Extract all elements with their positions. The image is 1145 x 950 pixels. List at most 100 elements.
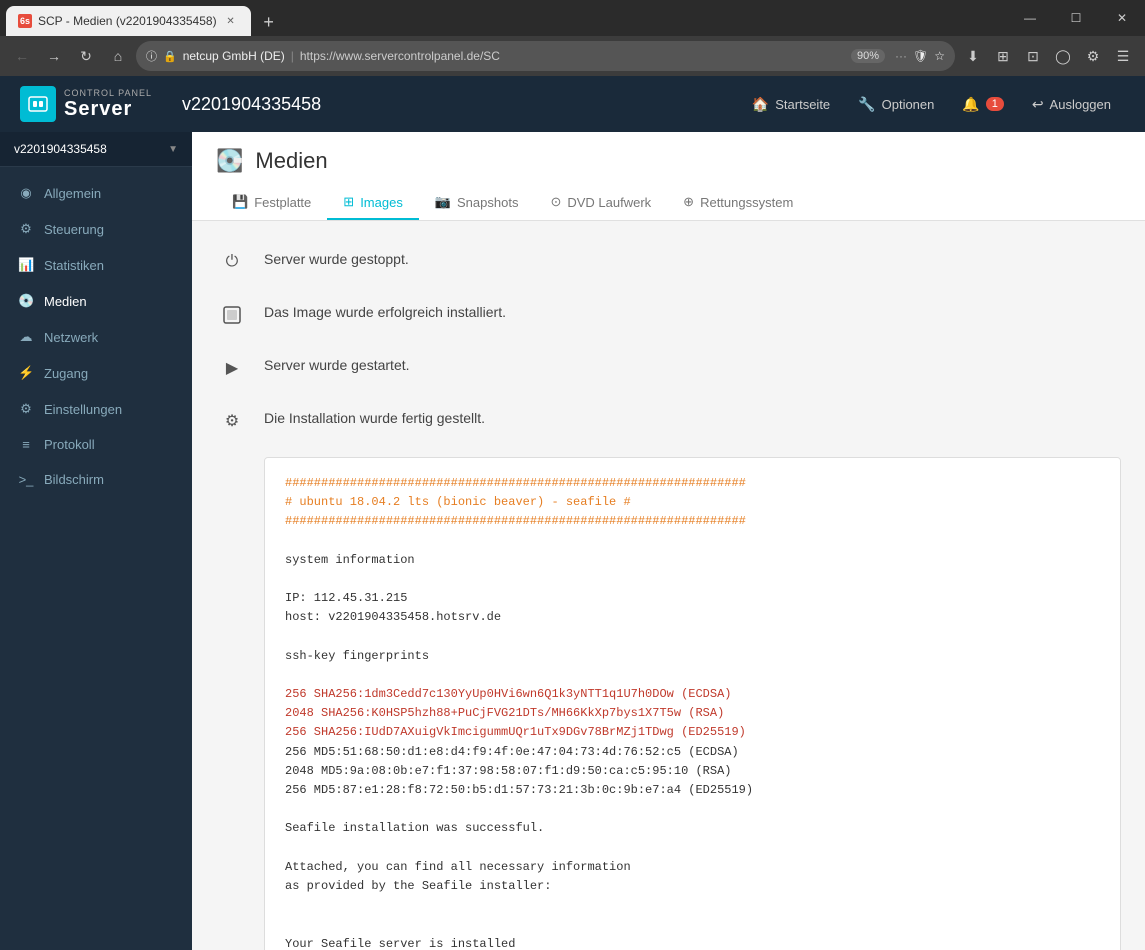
- tab-dvd[interactable]: ⊙ DVD Laufwerk: [534, 186, 667, 220]
- home-button[interactable]: ⌂: [104, 42, 132, 70]
- sidebar-label-einstellungen: Einstellungen: [44, 402, 122, 417]
- sidebar-item-medien[interactable]: 💿 Medien: [0, 283, 192, 319]
- terminal-fp4: 256 MD5:51:68:50:d1:e8:d4:f9:4f:0e:47:04…: [285, 743, 1100, 762]
- extensions-button[interactable]: ⚙: [1079, 42, 1107, 70]
- terminal-hash-line-1: ########################################…: [285, 474, 1100, 493]
- terminal-host: host: v2201904335458.hotsrv.de: [285, 608, 1100, 627]
- sidebar: v2201904335458 ▼ ◉ Allgemein ⚙ Steuerung…: [0, 132, 192, 950]
- browser-tab-active[interactable]: 6s SCP - Medien (v2201904335458) ✕: [6, 6, 251, 36]
- allgemein-icon: ◉: [18, 185, 34, 201]
- notification-count: 1: [986, 97, 1004, 111]
- protokoll-icon: ≡: [18, 437, 34, 452]
- tab-title: SCP - Medien (v2201904335458): [38, 14, 217, 28]
- sidebar-item-protokoll[interactable]: ≡ Protokoll: [0, 427, 192, 462]
- media-tabs: 💾 Festplatte ⊞ Images 📷 Snapshots ⊙ DVD …: [216, 186, 1121, 220]
- address-bar[interactable]: ⓘ 🔒 netcup GmbH (DE) | https://www.serve…: [136, 41, 955, 71]
- info-icon: ⓘ: [146, 48, 157, 64]
- sidebar-item-steuerung[interactable]: ⚙ Steuerung: [0, 211, 192, 247]
- bookmarks-button[interactable]: ⊞: [989, 42, 1017, 70]
- terminal-seafile-success: Seafile installation was successful.: [285, 819, 1100, 838]
- terminal-fp6: 256 MD5:87:e1:28:f8:72:50:b5:d1:57:73:21…: [285, 781, 1100, 800]
- images-tab-icon: ⊞: [343, 194, 354, 210]
- app-body: v2201904335458 ▼ ◉ Allgemein ⚙ Steuerung…: [0, 132, 1145, 950]
- toolbar-icons: ⬇ ⊞ ⊡ ◯ ⚙ ☰: [959, 42, 1137, 70]
- sidebar-label-steuerung: Steuerung: [44, 222, 104, 237]
- download-button[interactable]: ⬇: [959, 42, 987, 70]
- terminal-title-line: # ubuntu 18.04.2 lts (bionic beaver) - s…: [285, 493, 1100, 512]
- forward-button[interactable]: →: [40, 42, 68, 70]
- snapshots-tab-icon: 📷: [435, 194, 451, 210]
- sidebar-nav: ◉ Allgemein ⚙ Steuerung 📊 Statistiken 💿 …: [0, 167, 192, 505]
- logout-icon: ↩: [1032, 96, 1044, 113]
- step-text-started: Server wurde gestartet.: [264, 351, 410, 373]
- startseite-link[interactable]: 🏠 Startseite: [738, 76, 844, 132]
- back-button[interactable]: ←: [8, 42, 36, 70]
- maximize-button[interactable]: ☐: [1053, 0, 1099, 36]
- bell-icon: 🔔: [962, 96, 979, 113]
- zugang-icon: ⚡: [18, 365, 34, 381]
- step-image-installed: Das Image wurde erfolgreich installiert.: [216, 298, 1121, 331]
- page-medien-icon: 💽: [216, 148, 243, 174]
- notifications-link[interactable]: 🔔 1: [948, 76, 1017, 132]
- sidebar-item-allgemein[interactable]: ◉ Allgemein: [0, 175, 192, 211]
- app-wrapper: Control Panel Server v2201904335458 🏠 St…: [0, 76, 1145, 950]
- refresh-button[interactable]: ↻: [72, 42, 100, 70]
- minimize-button[interactable]: —: [1007, 0, 1053, 36]
- sidebar-item-einstellungen[interactable]: ⚙ Einstellungen: [0, 391, 192, 427]
- medien-icon: 💿: [18, 293, 34, 309]
- shield-icon: 🛡: [913, 49, 928, 63]
- account-button[interactable]: ◯: [1049, 42, 1077, 70]
- bookmark-star-icon[interactable]: ☆: [934, 49, 945, 63]
- ausloggen-link[interactable]: ↩ Ausloggen: [1018, 76, 1125, 132]
- sidebar-label-medien: Medien: [44, 294, 87, 309]
- step-text-image: Das Image wurde erfolgreich installiert.: [264, 298, 506, 320]
- settings-complete-icon: ⚙: [216, 405, 248, 437]
- window-controls: — ☐ ✕: [1007, 0, 1145, 36]
- zoom-level: 90%: [851, 49, 885, 63]
- terminal-fp2: 2048 SHA256:K0HSP5hzh88+PuCjFVG21DTs/MH6…: [285, 704, 1100, 723]
- step-text-complete: Die Installation wurde fertig gestellt.: [264, 404, 485, 426]
- new-tab-button[interactable]: +: [255, 8, 283, 36]
- netzwerk-icon: ☁: [18, 329, 34, 345]
- power-icon: ⏻: [216, 246, 248, 278]
- main-content: 💽 Medien 💾 Festplatte ⊞ Images 📷 Snapsho…: [192, 132, 1145, 950]
- play-icon: ▶: [216, 352, 248, 384]
- page-title-row: 💽 Medien: [216, 148, 1121, 174]
- server-select-dropdown[interactable]: v2201904335458 ▼: [0, 132, 192, 167]
- terminal-attached-2: as provided by the Seafile installer:: [285, 877, 1100, 896]
- tab-images[interactable]: ⊞ Images: [327, 186, 419, 220]
- home-nav-icon: 🏠: [752, 96, 769, 113]
- sidebar-item-zugang[interactable]: ⚡ Zugang: [0, 355, 192, 391]
- close-window-button[interactable]: ✕: [1099, 0, 1145, 36]
- chevron-down-icon: ▼: [168, 144, 178, 155]
- sidebar-item-netzwerk[interactable]: ☁ Netzwerk: [0, 319, 192, 355]
- sidebar-label-netzwerk: Netzwerk: [44, 330, 98, 345]
- lock-icon: 🔒: [163, 50, 177, 63]
- logo-main: Server: [64, 98, 152, 121]
- menu-button[interactable]: ☰: [1109, 42, 1137, 70]
- sidebar-item-bildschirm[interactable]: >_ Bildschirm: [0, 462, 192, 497]
- festplatte-tab-icon: 💾: [232, 194, 248, 210]
- header-nav: 🏠 Startseite 🔧 Optionen 🔔 1 ↩ Ausloggen: [738, 76, 1125, 132]
- logo-text: Control Panel Server: [64, 88, 152, 121]
- terminal-ssh-label: ssh-key fingerprints: [285, 647, 1100, 666]
- reader-view-button[interactable]: ⊡: [1019, 42, 1047, 70]
- more-button[interactable]: ···: [895, 49, 907, 63]
- step-install-complete: ⚙ Die Installation wurde fertig gestellt…: [216, 404, 1121, 437]
- tab-festplatte[interactable]: 💾 Festplatte: [216, 186, 327, 220]
- image-install-icon: [216, 299, 248, 331]
- optionen-link[interactable]: 🔧 Optionen: [844, 76, 948, 132]
- logo-icon: [20, 86, 56, 122]
- einstellungen-icon: ⚙: [18, 401, 34, 417]
- dvd-tab-icon: ⊙: [550, 194, 561, 210]
- terminal-hash-line-3: ########################################…: [285, 512, 1100, 531]
- sidebar-item-statistiken[interactable]: 📊 Statistiken: [0, 247, 192, 283]
- sidebar-label-bildschirm: Bildschirm: [44, 472, 104, 487]
- tab-snapshots[interactable]: 📷 Snapshots: [419, 186, 535, 220]
- statistiken-icon: 📊: [18, 257, 34, 273]
- server-name-header: v2201904335458: [182, 94, 321, 115]
- sidebar-label-statistiken: Statistiken: [44, 258, 104, 273]
- tab-rettungssystem[interactable]: ⊕ Rettungssystem: [667, 186, 809, 220]
- tab-close-button[interactable]: ✕: [223, 13, 239, 29]
- step-text-stopped: Server wurde gestoppt.: [264, 245, 409, 267]
